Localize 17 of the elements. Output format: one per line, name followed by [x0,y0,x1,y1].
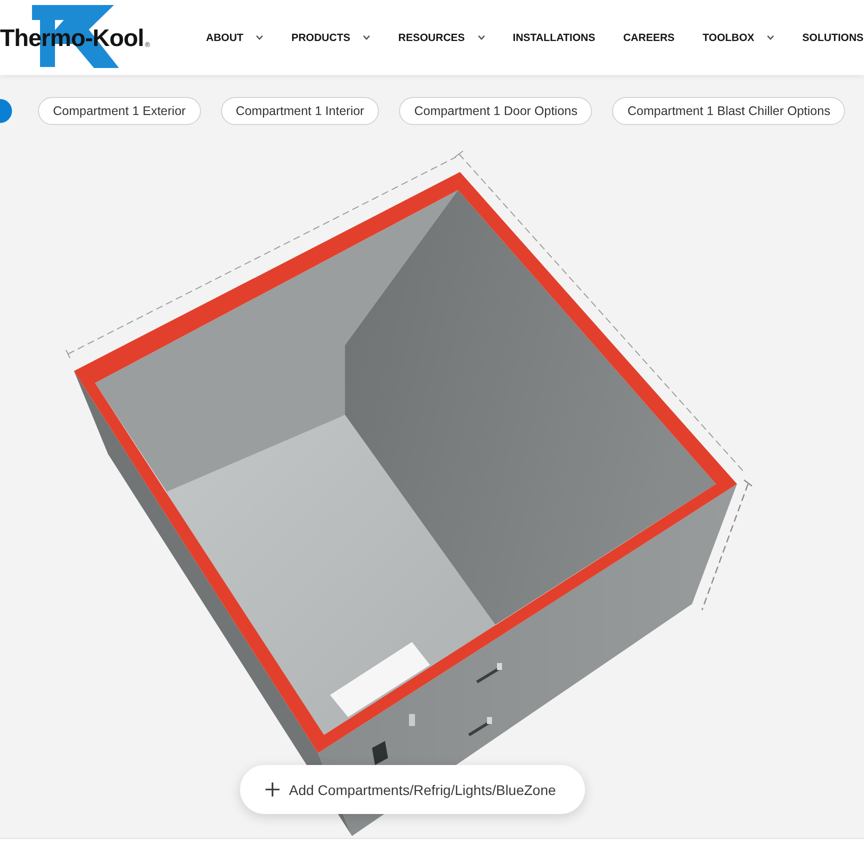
chevron-down-icon [256,35,264,40]
nav-link[interactable]: RESOURCES [398,32,485,44]
nav-link[interactable]: SOLUTIONS [802,32,864,44]
nav-link[interactable]: ABOUT [206,32,264,44]
chevron-down-icon [478,35,485,40]
nav-link[interactable]: CAREERS [623,32,675,44]
chevron-down-icon [767,35,774,40]
chevron-down-icon [363,35,370,40]
compartment-tab[interactable]: Compartment 1 Interior [220,97,380,125]
nav-link[interactable]: TOOLBOX [702,32,774,44]
add-compartments-button[interactable]: Add Compartments/Refrig/Lights/BlueZone [240,765,585,814]
compartment-tab[interactable]: Compartment 1 Exterior [38,97,201,125]
compartment-tab[interactable]: Compartment 1 Blast Chiller Options [612,97,846,125]
plus-icon [265,782,280,797]
nav-link[interactable]: INSTALLATIONS [512,32,596,44]
nav-link[interactable]: PRODUCTS [291,32,370,44]
compartment-tab[interactable]: Compartment 1 Door Options [399,97,592,125]
